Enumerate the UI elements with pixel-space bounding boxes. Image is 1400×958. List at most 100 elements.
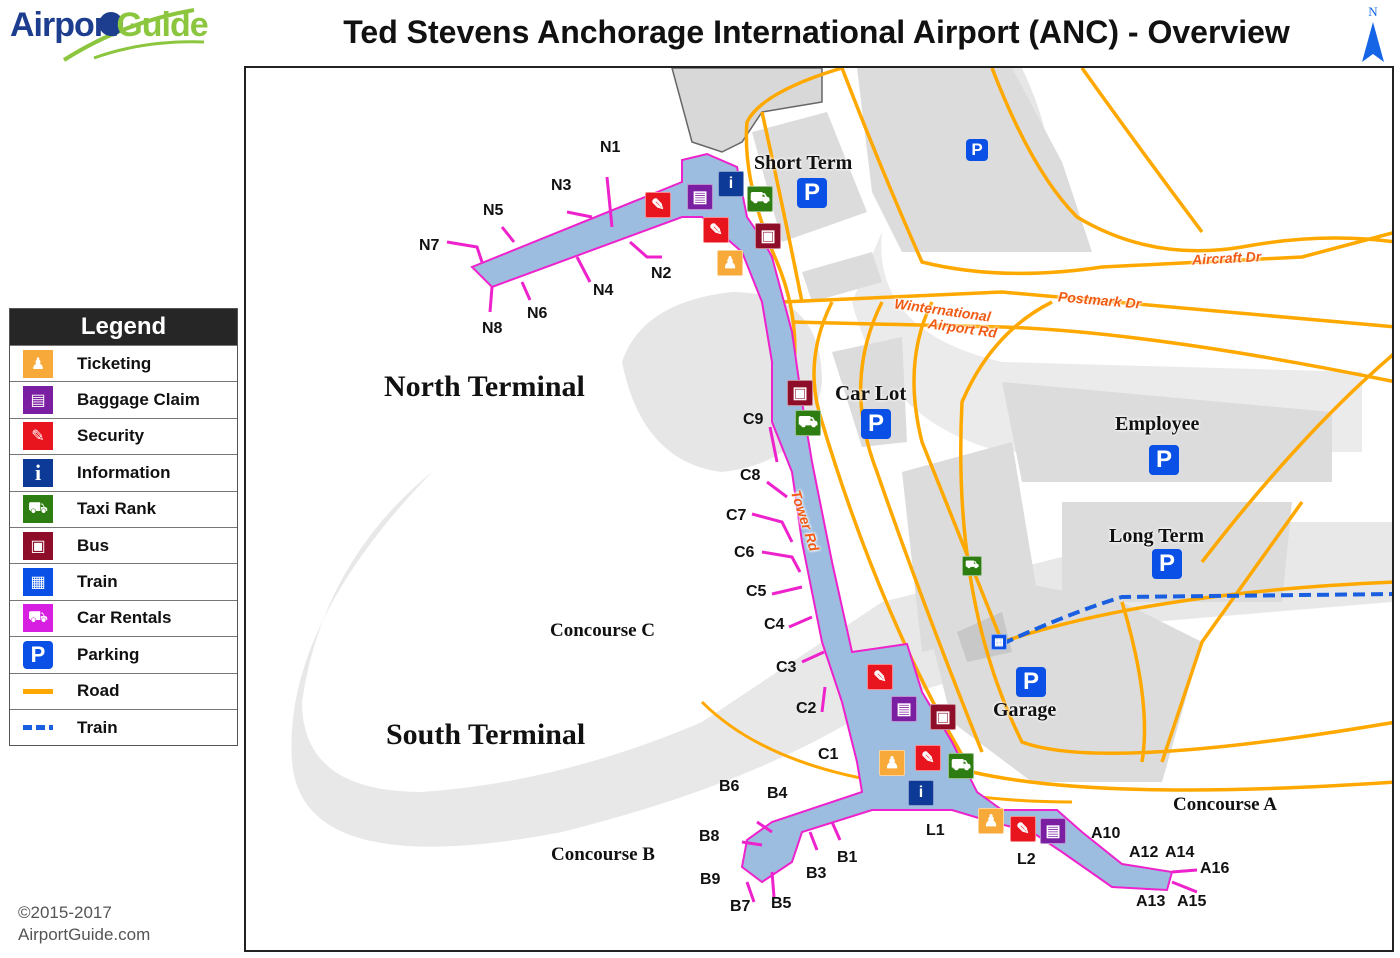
concourse-a-label: Concourse A bbox=[1173, 794, 1277, 815]
page-title: Ted Stevens Anchorage International Airp… bbox=[343, 14, 1290, 50]
gate-label: C9 bbox=[743, 411, 764, 428]
security-icon[interactable]: ✎ bbox=[645, 192, 671, 218]
gate-label: A15 bbox=[1177, 893, 1207, 910]
legend-item-car-rentals: ⛟ Car Rentals bbox=[10, 599, 237, 636]
gate-label: B5 bbox=[771, 895, 792, 912]
gate-label: B3 bbox=[806, 865, 827, 882]
gate-label: N8 bbox=[482, 320, 503, 337]
gate-label: N4 bbox=[593, 282, 614, 299]
baggage-claim-icon[interactable]: ▤ bbox=[891, 696, 917, 722]
garage-parking-icon[interactable]: P bbox=[1016, 667, 1046, 697]
logo-text-guide: Guide bbox=[116, 6, 208, 44]
copyright-site[interactable]: AirportGuide.com bbox=[18, 924, 150, 946]
ticketing-icon[interactable]: ♟ bbox=[978, 808, 1004, 834]
car-rental-icon: ⛟ bbox=[23, 604, 53, 633]
gate-label: N1 bbox=[600, 139, 621, 156]
security-icon[interactable]: ✎ bbox=[703, 217, 729, 243]
train-icon: ▦ bbox=[23, 568, 53, 597]
gate-label: L1 bbox=[926, 822, 945, 839]
baggage-claim-icon[interactable]: ▤ bbox=[687, 184, 713, 210]
short-term-label: Short Term bbox=[754, 152, 853, 174]
short-term-parking-icon[interactable]: P bbox=[797, 178, 827, 208]
legend-title: Legend bbox=[10, 309, 237, 345]
gate-label: N2 bbox=[651, 265, 672, 282]
legend-label: Train bbox=[77, 572, 118, 592]
gate-label: C2 bbox=[796, 700, 817, 717]
security-icon[interactable]: ✎ bbox=[1010, 816, 1036, 842]
gate-label: C1 bbox=[818, 746, 839, 763]
parking-icon: P bbox=[23, 640, 53, 669]
legend-label: Road bbox=[77, 681, 120, 701]
car-lot-label: Car Lot bbox=[835, 381, 907, 405]
airport-map[interactable]: North Terminal South Terminal Concourse … bbox=[244, 66, 1394, 952]
gate-label: N7 bbox=[419, 237, 440, 254]
legend-item-parking: P Parking bbox=[10, 636, 237, 672]
gate-label: L2 bbox=[1017, 851, 1036, 868]
security-icon[interactable]: ✎ bbox=[867, 664, 893, 690]
gate-label: B6 bbox=[719, 778, 740, 795]
gate-label: N5 bbox=[483, 202, 504, 219]
gate-label: B1 bbox=[837, 849, 858, 866]
gate-label: B9 bbox=[700, 871, 721, 888]
legend-label: Taxi Rank bbox=[77, 499, 157, 519]
gate-label: C3 bbox=[776, 659, 797, 676]
taxi-icon[interactable]: ⛟ bbox=[948, 753, 974, 779]
south-terminal-label: South Terminal bbox=[386, 718, 586, 751]
information-icon[interactable]: i bbox=[908, 780, 934, 806]
gate-label: A13 bbox=[1136, 893, 1166, 910]
taxi-icon: ⛟ bbox=[23, 495, 53, 524]
gate-label: B4 bbox=[767, 785, 788, 802]
gate-label: B8 bbox=[699, 828, 720, 845]
employee-parking-icon[interactable]: P bbox=[1149, 445, 1179, 475]
legend-label: Bus bbox=[77, 535, 110, 555]
bus-icon[interactable]: ▣ bbox=[755, 223, 781, 249]
legend-item-baggage-claim: ▤ Baggage Claim bbox=[10, 381, 237, 417]
bus-icon: ▣ bbox=[23, 531, 53, 560]
legend-item-road: Road bbox=[10, 672, 237, 709]
gate-label: C5 bbox=[746, 583, 767, 600]
taxi-icon[interactable]: ⛟ bbox=[747, 186, 773, 212]
legend-label: Information bbox=[77, 462, 171, 482]
car-lot-parking-icon[interactable]: P bbox=[861, 409, 891, 439]
gate-label: C8 bbox=[740, 467, 761, 484]
legend-item-ticketing: ♟ Ticketing bbox=[10, 345, 237, 381]
gate-label: C7 bbox=[726, 507, 747, 524]
baggage-claim-icon: ▤ bbox=[23, 386, 53, 415]
security-icon[interactable]: ✎ bbox=[915, 745, 941, 771]
taxi-icon[interactable]: ⛟ bbox=[795, 410, 821, 436]
information-icon[interactable]: i bbox=[718, 171, 744, 197]
gate-label: A10 bbox=[1091, 825, 1121, 842]
ticketing-icon[interactable]: ♟ bbox=[717, 250, 743, 276]
concourse-b-label: Concourse B bbox=[551, 844, 655, 865]
gate-label: C4 bbox=[764, 616, 785, 633]
baggage-claim-icon[interactable]: ▤ bbox=[1040, 818, 1066, 844]
taxi-icon[interactable]: ⛟ bbox=[962, 556, 982, 576]
airportguide-logo[interactable]: AirportGuide bbox=[4, 2, 214, 62]
ticketing-icon: ♟ bbox=[23, 349, 53, 378]
gate-label: A16 bbox=[1200, 860, 1230, 877]
north-terminal-label: North Terminal bbox=[384, 370, 585, 403]
legend-label: Baggage Claim bbox=[77, 390, 200, 410]
gate-label: C6 bbox=[734, 544, 755, 561]
logo-text-airport: Airport bbox=[10, 6, 117, 44]
concourse-c-label: Concourse C bbox=[550, 620, 656, 641]
legend-label: Ticketing bbox=[77, 353, 152, 373]
legend-item-train-line: Train bbox=[10, 708, 237, 745]
north-arrow: N bbox=[1358, 4, 1388, 64]
legend: Legend ♟ Ticketing ▤ Baggage Claim ✎ Sec… bbox=[9, 308, 238, 747]
garage-label: Garage bbox=[993, 699, 1057, 721]
train-icon[interactable]: ▦ bbox=[991, 634, 1007, 650]
bus-icon[interactable]: ▣ bbox=[787, 380, 813, 406]
bus-icon[interactable]: ▣ bbox=[930, 704, 956, 730]
legend-label: Security bbox=[77, 426, 145, 446]
gate-label: A12 bbox=[1129, 844, 1159, 861]
legend-item-train: ▦ Train bbox=[10, 563, 237, 599]
legend-item-bus: ▣ Bus bbox=[10, 526, 237, 563]
legend-label: Car Rentals bbox=[77, 608, 172, 628]
security-icon: ✎ bbox=[23, 422, 53, 451]
ticketing-icon[interactable]: ♟ bbox=[879, 750, 905, 776]
gate-label: N6 bbox=[527, 305, 548, 322]
legend-label: Train bbox=[77, 717, 118, 737]
long-term-parking-icon[interactable]: P bbox=[1152, 549, 1182, 579]
parking-icon[interactable]: P bbox=[966, 139, 988, 161]
